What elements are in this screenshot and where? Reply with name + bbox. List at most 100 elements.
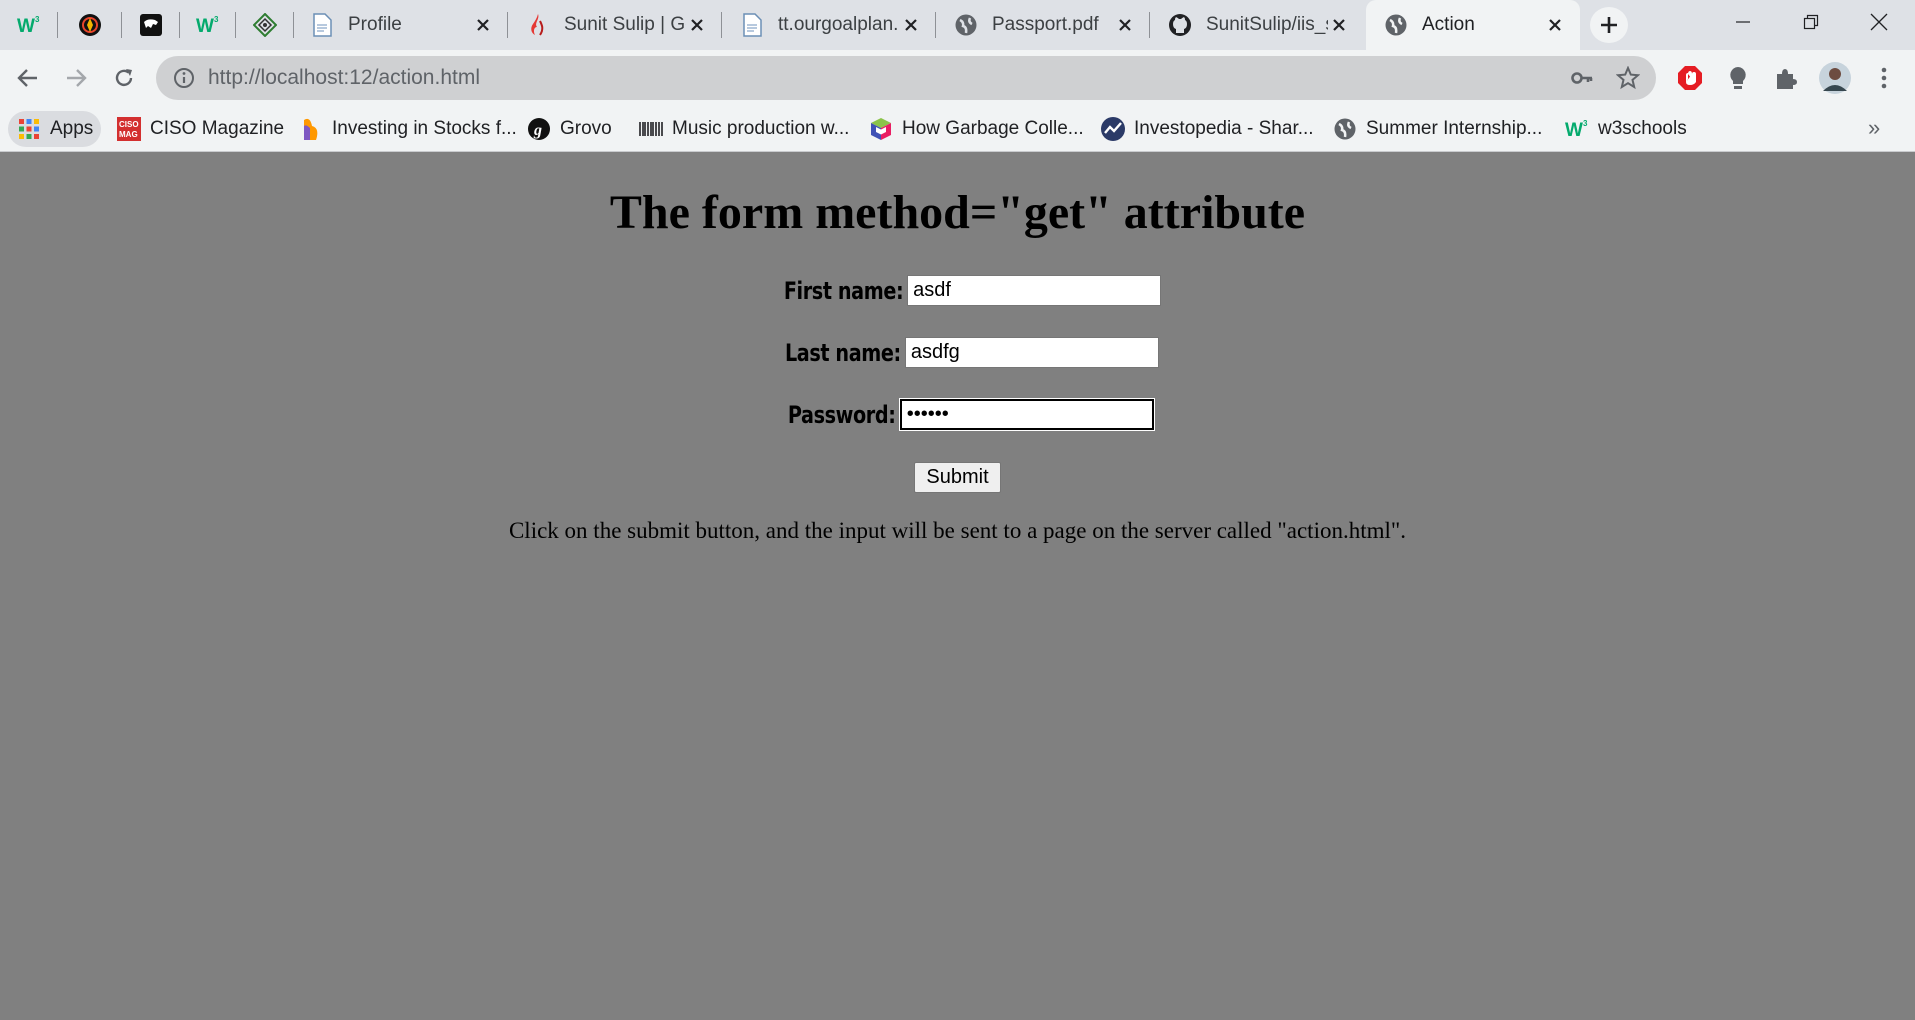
- first-name-input[interactable]: [907, 275, 1162, 306]
- github-icon: [1168, 13, 1192, 37]
- page-content: The form method="get" attribute First na…: [0, 153, 1915, 1020]
- stocks-icon: [298, 116, 324, 142]
- bookmark-label: Investing in Stocks f...: [332, 118, 517, 139]
- svg-text:g: g: [533, 122, 542, 139]
- svg-text:3: 3: [214, 15, 219, 24]
- bookmark-summer-internship[interactable]: Summer Internship...: [1324, 111, 1550, 147]
- w3schools-icon: W3: [17, 13, 41, 37]
- tab-title: Profile: [348, 14, 402, 35]
- avatar[interactable]: [1818, 61, 1852, 95]
- arrow-left-icon: [17, 69, 37, 87]
- svg-text:3: 3: [35, 15, 40, 24]
- tab-github[interactable]: SunitSulip/iis_s: [1150, 0, 1364, 50]
- close-icon[interactable]: [1328, 14, 1350, 36]
- svg-text:MAG: MAG: [119, 130, 138, 139]
- tab-title: Sunit Sulip | Gc: [564, 14, 686, 35]
- new-tab-button[interactable]: [1590, 7, 1628, 43]
- tab-title: Action: [1422, 14, 1475, 35]
- bookmark-investing-stocks[interactable]: Investing in Stocks f...: [290, 111, 525, 147]
- forward-button[interactable]: [54, 56, 98, 100]
- panther-icon: [139, 13, 163, 37]
- globe-icon: [1332, 116, 1358, 142]
- password-input[interactable]: [898, 398, 1155, 431]
- last-name-input[interactable]: [904, 337, 1159, 368]
- bookmark-label: Apps: [50, 118, 94, 139]
- tab-title: Passport.pdf: [992, 14, 1099, 35]
- close-icon[interactable]: [472, 14, 494, 36]
- tab-ourgoalplan[interactable]: tt.ourgoalplan.: [722, 0, 936, 50]
- bookmark-grovo[interactable]: g Grovo: [518, 111, 620, 147]
- info-icon[interactable]: [172, 66, 196, 90]
- page-title: The form method="get" attribute: [609, 186, 1306, 239]
- reload-icon: [115, 69, 133, 87]
- url-text: http://localhost:12/action.html: [208, 66, 480, 89]
- document-icon: [310, 13, 334, 37]
- barcode-icon: [638, 116, 664, 142]
- svg-text:W: W: [196, 16, 214, 35]
- document-icon: [740, 13, 764, 37]
- submit-row: Submit: [0, 462, 1915, 493]
- tab-profile[interactable]: Profile: [294, 0, 508, 50]
- bookmark-ciso-magazine[interactable]: CISO MAG CISO Magazine: [108, 111, 292, 147]
- restore-button[interactable]: [1778, 0, 1844, 44]
- bookmark-music-production[interactable]: Music production w...: [630, 111, 857, 147]
- w3schools-icon: W3: [196, 13, 220, 37]
- lightbulb-icon[interactable]: [1724, 64, 1752, 92]
- bookmark-label: How Garbage Colle...: [902, 118, 1084, 139]
- password-row: Password:: [0, 398, 1915, 431]
- tab-sunit-sulip[interactable]: Sunit Sulip | Gc: [508, 0, 722, 50]
- close-icon[interactable]: [1544, 14, 1566, 36]
- bookmark-garbage-collection[interactable]: How Garbage Colle...: [860, 111, 1092, 147]
- w3schools-icon: W3: [1564, 116, 1590, 142]
- adblock-icon[interactable]: [1676, 64, 1704, 92]
- tab-action[interactable]: Action: [1366, 0, 1580, 50]
- svg-text:3: 3: [1583, 119, 1588, 128]
- key-icon[interactable]: [1570, 66, 1594, 90]
- address-bar[interactable]: http://localhost:12/action.html: [156, 56, 1656, 100]
- bookmarks-overflow-button[interactable]: »: [1868, 115, 1880, 141]
- cube-icon: [868, 116, 894, 142]
- minimize-icon: [1736, 21, 1750, 23]
- star-icon[interactable]: [1616, 66, 1640, 90]
- bookmark-investopedia[interactable]: Investopedia - Shar...: [1092, 111, 1322, 147]
- bookmark-w3schools[interactable]: W3 w3schools: [1556, 111, 1695, 147]
- tab-passport[interactable]: Passport.pdf: [936, 0, 1150, 50]
- globe-icon: [954, 13, 978, 37]
- puzzle-icon[interactable]: [1772, 64, 1800, 92]
- last-name-row: Last name:: [0, 337, 1915, 368]
- tab-w3schools-1[interactable]: W3: [0, 0, 58, 50]
- apps-grid-icon: [16, 116, 42, 142]
- bookmark-label: Music production w...: [672, 118, 850, 139]
- tab-diamond[interactable]: [236, 0, 294, 50]
- back-button[interactable]: [6, 56, 50, 100]
- bookmark-apps[interactable]: Apps: [8, 111, 102, 147]
- submit-button[interactable]: Submit: [914, 462, 1001, 493]
- minimize-button[interactable]: [1710, 0, 1776, 44]
- tab-compass[interactable]: [58, 0, 122, 50]
- bookmark-label: Summer Internship...: [1366, 118, 1543, 139]
- close-icon[interactable]: [900, 14, 922, 36]
- tab-w3schools-2[interactable]: W3: [180, 0, 236, 50]
- browser-toolbar: http://localhost:12/action.html: [0, 50, 1915, 106]
- reload-button[interactable]: [102, 56, 146, 100]
- close-icon[interactable]: [686, 14, 708, 36]
- bookmark-label: w3schools: [1598, 118, 1687, 139]
- close-icon: [1870, 13, 1888, 31]
- tab-panther[interactable]: [122, 0, 180, 50]
- ciso-mag-icon: CISO MAG: [116, 116, 142, 142]
- compass-icon: [78, 13, 102, 37]
- svg-text:CISO: CISO: [119, 120, 139, 129]
- kebab-menu-icon[interactable]: [1870, 64, 1898, 92]
- password-label: Password:: [788, 400, 896, 429]
- tab-strip: W3 W3 Profile Sunit Sulip | Gc tt.ourgoa…: [0, 0, 1915, 50]
- close-window-button[interactable]: [1846, 0, 1912, 44]
- close-icon[interactable]: [1114, 14, 1136, 36]
- grovo-icon: g: [526, 116, 552, 142]
- bookmark-label: Investopedia - Shar...: [1134, 118, 1314, 139]
- investopedia-icon: [1100, 116, 1126, 142]
- arrow-right-icon: [67, 69, 87, 87]
- restore-icon: [1803, 14, 1819, 30]
- last-name-label: Last name:: [785, 338, 901, 367]
- instruction-text: Click on the submit button, and the inpu…: [508, 518, 1407, 543]
- globe-icon: [1384, 13, 1408, 37]
